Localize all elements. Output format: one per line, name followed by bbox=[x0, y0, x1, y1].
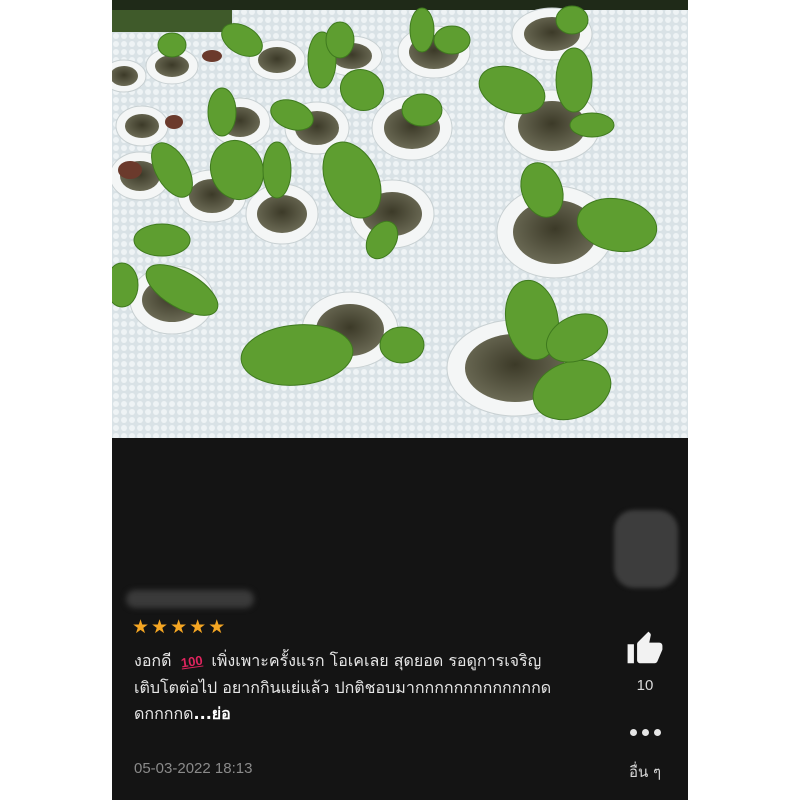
thumbs-up-icon bbox=[627, 631, 663, 664]
star-icon: ★ bbox=[208, 616, 226, 638]
rating-stars: ★ ★ ★ ★ ★ bbox=[132, 617, 225, 637]
hundred-points-icon: 100 bbox=[179, 652, 204, 671]
star-icon: ★ bbox=[151, 616, 169, 638]
like-button[interactable] bbox=[624, 628, 666, 670]
more-dots-icon bbox=[653, 728, 661, 736]
reviewer-name-blurred bbox=[126, 590, 254, 608]
review-photo[interactable] bbox=[112, 0, 688, 438]
like-count: 10 bbox=[636, 677, 654, 694]
more-label[interactable]: อื่น ๆ bbox=[618, 760, 672, 784]
seedling-tray-image bbox=[112, 0, 688, 438]
avatar-blurred bbox=[614, 510, 678, 588]
star-icon: ★ bbox=[170, 616, 188, 638]
more-button[interactable] bbox=[624, 722, 666, 742]
review-card: ★ ★ ★ ★ ★ งอกดี 100 เพิ่งเพาะครั้งแรก โอ… bbox=[112, 0, 688, 800]
star-icon: ★ bbox=[189, 616, 207, 638]
review-date: 05-03-2022 18:13 bbox=[134, 760, 253, 777]
review-text: งอกดี 100 เพิ่งเพาะครั้งแรก โอเคเลย สุดย… bbox=[134, 648, 554, 727]
more-dots-icon bbox=[641, 728, 649, 736]
more-dots-icon bbox=[629, 728, 637, 736]
star-icon: ★ bbox=[132, 616, 150, 638]
review-text-start: งอกดี bbox=[134, 651, 172, 670]
collapse-link[interactable]: ...ย่อ bbox=[194, 704, 231, 723]
